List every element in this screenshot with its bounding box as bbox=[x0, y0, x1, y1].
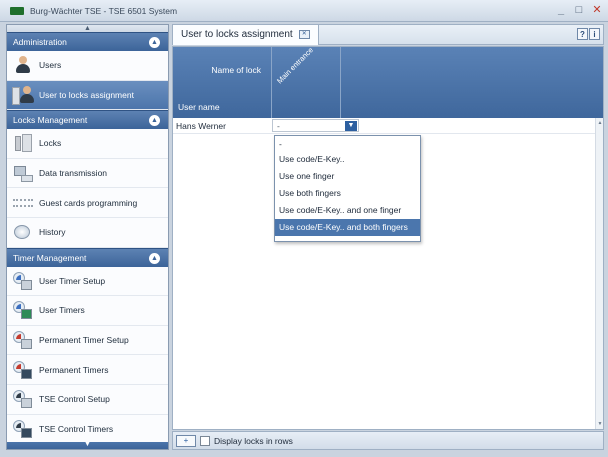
tab-label: User to locks assignment bbox=[181, 29, 293, 40]
collapse-icon[interactable]: ▲ bbox=[149, 115, 160, 127]
sidebar-item-history[interactable]: History bbox=[7, 217, 168, 248]
sidebar-item-label: TSE Control Setup bbox=[39, 394, 110, 405]
sidebar-item-users[interactable]: Users bbox=[7, 51, 168, 81]
sidebar-item-locks[interactable]: Locks bbox=[7, 129, 168, 159]
sidebar-item-label: Permanent Timer Setup bbox=[39, 335, 129, 346]
access-mode-dropdown: - Use code/E-Key.. Use one finger Use bo… bbox=[274, 135, 421, 242]
sidebar-item-guest-cards-programming[interactable]: Guest cards programming bbox=[7, 188, 168, 218]
tab-close-icon[interactable]: ✕ bbox=[298, 30, 310, 39]
minimize-button[interactable]: _ bbox=[554, 3, 568, 17]
tab-user-to-locks-assignment[interactable]: User to locks assignment ✕ bbox=[173, 24, 319, 45]
section-locks-management[interactable]: Locks Management ▲ bbox=[7, 110, 168, 130]
sidebar-item-user-timers[interactable]: User Timers bbox=[7, 296, 168, 326]
sidebar-item-label: TSE Control Timers bbox=[39, 423, 114, 434]
user-timer-setup-icon bbox=[12, 271, 34, 291]
dropdown-option-selected[interactable]: Use code/E-Key.. and both fingers bbox=[275, 219, 420, 236]
tse-control-timers-icon bbox=[12, 419, 34, 439]
info-button[interactable]: i bbox=[589, 28, 600, 40]
header-lock-column[interactable]: Main entrance bbox=[273, 47, 341, 118]
sidebar-item-permanent-timers[interactable]: Permanent Timers bbox=[7, 355, 168, 385]
sidebar-item-label: Guest cards programming bbox=[39, 197, 138, 208]
header-user-name: User name bbox=[178, 102, 220, 112]
expand-toggle-button[interactable]: + bbox=[176, 434, 196, 447]
help-button[interactable]: ? bbox=[577, 28, 588, 40]
sidebar-item-data-transmission[interactable]: Data transmission bbox=[7, 158, 168, 189]
scroll-down-icon[interactable]: ▼ bbox=[596, 421, 603, 427]
window-title: Burg-Wächter TSE - TSE 6501 System bbox=[30, 5, 178, 16]
assignment-grid: Name of lock User name Main entrance Han… bbox=[172, 46, 604, 430]
dropdown-option[interactable]: - bbox=[275, 138, 420, 151]
sidebar-item-label: User Timer Setup bbox=[39, 275, 106, 286]
window-titlebar: Burg-Wächter TSE - TSE 6501 System _ □ ✕ bbox=[0, 0, 608, 22]
dropdown-option[interactable]: Use both fingers bbox=[275, 185, 420, 202]
sidebar-item-permanent-timer-setup[interactable]: Permanent Timer Setup bbox=[7, 325, 168, 356]
scroll-up-icon[interactable]: ▲ bbox=[596, 120, 603, 126]
maximize-button[interactable]: □ bbox=[572, 3, 586, 17]
table-row: Hans Werner - ▼ bbox=[173, 118, 603, 134]
sidebar-scroll-up-icon[interactable]: ▲ bbox=[7, 25, 168, 32]
display-locks-checkbox[interactable] bbox=[200, 435, 210, 446]
sidebar-item-label: User to locks assignment bbox=[39, 89, 134, 100]
sidebar-scroll-down-icon[interactable]: ▼ bbox=[7, 441, 168, 449]
section-title: Administration bbox=[13, 37, 67, 47]
user-name-cell: Hans Werner bbox=[176, 121, 226, 131]
chevron-down-icon[interactable]: ▼ bbox=[345, 121, 357, 131]
user-timers-icon bbox=[12, 300, 34, 320]
close-button[interactable]: ✕ bbox=[590, 3, 604, 17]
sidebar: ▲ Administration ▲ Users User to locks a… bbox=[6, 24, 169, 450]
sidebar-item-label: Data transmission bbox=[39, 168, 108, 179]
user-icon bbox=[12, 55, 34, 75]
lock-icon bbox=[12, 133, 34, 153]
grid-header: Name of lock User name Main entrance bbox=[173, 47, 603, 118]
user-lock-assignment-icon bbox=[12, 85, 34, 105]
guest-cards-icon bbox=[12, 193, 34, 213]
data-transmission-icon bbox=[12, 163, 34, 183]
collapse-icon[interactable]: ▲ bbox=[149, 252, 160, 264]
history-icon bbox=[12, 222, 34, 242]
sidebar-item-label: User Timers bbox=[39, 305, 85, 316]
window-controls: _ □ ✕ bbox=[554, 3, 604, 17]
dropdown-option[interactable]: Use code/E-Key.. and one finger bbox=[275, 202, 420, 219]
sidebar-item-label: Locks bbox=[39, 138, 62, 149]
collapse-icon[interactable]: ▲ bbox=[149, 37, 160, 48]
access-mode-value: - bbox=[277, 121, 280, 131]
section-timer-management[interactable]: Timer Management ▲ bbox=[7, 247, 168, 267]
section-title: Timer Management bbox=[13, 252, 87, 263]
section-title: Locks Management bbox=[13, 115, 88, 126]
display-locks-label: Display locks in rows bbox=[214, 435, 293, 446]
help-buttons: ? i bbox=[577, 28, 600, 40]
sidebar-item-label: History bbox=[39, 227, 66, 238]
sidebar-item-label: Permanent Timers bbox=[39, 364, 109, 375]
dropdown-option[interactable]: Use code/E-Key.. bbox=[275, 151, 420, 168]
lock-column-label: Main entrance bbox=[275, 46, 315, 86]
sidebar-item-tse-control-setup[interactable]: TSE Control Setup bbox=[7, 384, 168, 415]
sidebar-item-label: Users bbox=[39, 60, 62, 71]
header-lock-name: Name of lock bbox=[211, 65, 261, 75]
grid-footer: + Display locks in rows bbox=[172, 431, 604, 450]
permanent-timer-setup-icon bbox=[12, 330, 34, 350]
sidebar-item-user-to-locks-assignment[interactable]: User to locks assignment bbox=[7, 80, 168, 111]
dropdown-option[interactable]: Use one finger bbox=[275, 168, 420, 185]
sidebar-item-user-timer-setup[interactable]: User Timer Setup bbox=[7, 266, 168, 297]
tab-bar: User to locks assignment ✕ ? i bbox=[172, 24, 604, 45]
vertical-scrollbar[interactable]: ▲ ▼ bbox=[595, 118, 603, 429]
access-mode-select[interactable]: - ▼ bbox=[272, 119, 359, 132]
header-corner-cell: Name of lock User name bbox=[173, 47, 272, 118]
section-administration[interactable]: Administration ▲ bbox=[7, 32, 168, 51]
app-logo-icon bbox=[10, 6, 24, 15]
permanent-timers-icon bbox=[12, 360, 34, 380]
tse-control-setup-icon bbox=[12, 389, 34, 409]
sidebar-item-tse-control-timers[interactable]: TSE Control Timers bbox=[7, 414, 168, 445]
